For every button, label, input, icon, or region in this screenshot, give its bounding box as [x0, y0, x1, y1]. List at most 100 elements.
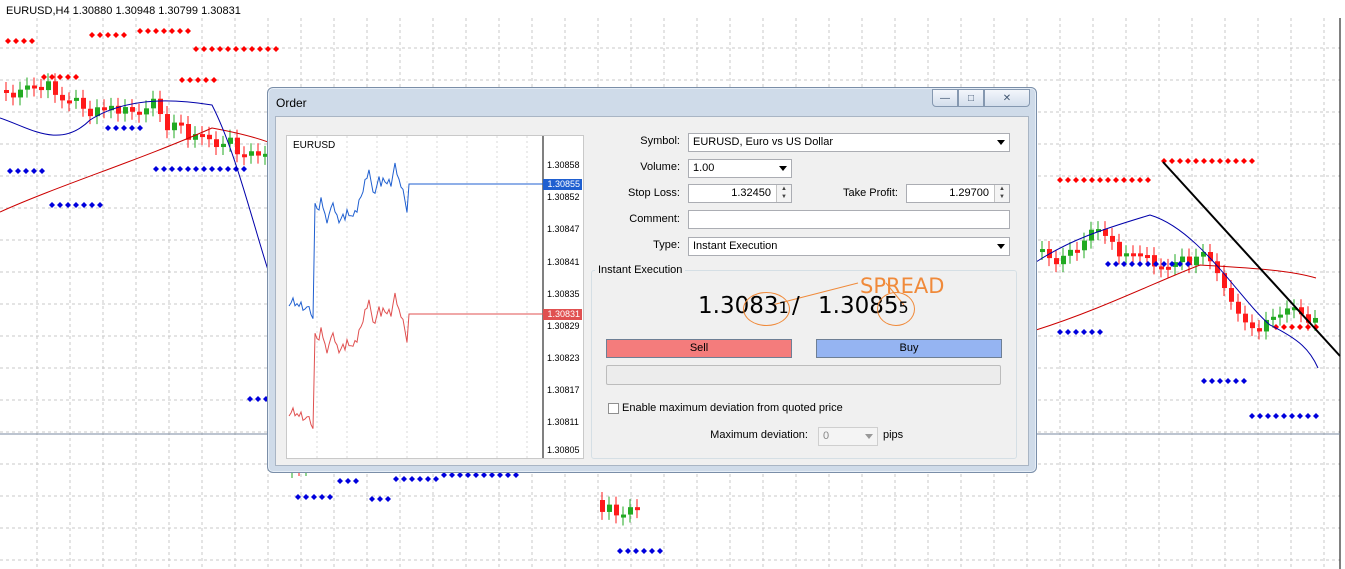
fractal-marker — [7, 168, 13, 174]
candle-body — [242, 154, 247, 158]
fractal-marker — [57, 74, 63, 80]
price-label: 1.30817 — [547, 385, 580, 395]
fractal-marker — [377, 496, 383, 502]
fractal-marker — [241, 46, 247, 52]
spin-up-icon[interactable]: ▲ — [995, 185, 1009, 193]
minimize-button[interactable]: — — [932, 89, 958, 107]
fractal-marker — [617, 548, 623, 554]
max-deviation-select[interactable]: 0 — [818, 427, 878, 446]
fractal-marker — [23, 168, 29, 174]
fractal-marker — [1217, 158, 1223, 164]
fractal-marker — [169, 28, 175, 34]
bid-price-tag: 1.30831 — [543, 309, 582, 320]
candle-body — [1229, 288, 1234, 302]
fractal-marker — [401, 476, 407, 482]
fractal-marker — [257, 46, 263, 52]
fractal-marker — [265, 46, 271, 52]
fractal-marker — [1177, 158, 1183, 164]
fractal-marker — [345, 478, 351, 484]
price-label: 1.30858 — [547, 160, 580, 170]
fractal-marker — [247, 396, 253, 402]
fractal-marker — [31, 168, 37, 174]
candle-body — [151, 98, 156, 109]
fractal-marker — [1137, 177, 1143, 183]
fractal-marker — [1057, 177, 1063, 183]
stop-loss-input[interactable]: 1.32450 ▲ ▼ — [688, 184, 792, 203]
fractal-marker — [1073, 329, 1079, 335]
chevron-down-icon — [997, 244, 1005, 249]
take-profit-label: Take Profit: — [842, 187, 898, 199]
candle-body — [1040, 249, 1045, 253]
candle-body — [1313, 317, 1318, 323]
price-label: 1.30835 — [547, 289, 580, 299]
candle-body — [144, 108, 149, 115]
moving-average-fast — [0, 100, 269, 271]
buy-button[interactable]: Buy — [816, 339, 1002, 358]
fractal-marker — [1081, 329, 1087, 335]
candle-body — [179, 122, 184, 126]
candle-body — [1110, 235, 1115, 242]
fractal-marker — [393, 476, 399, 482]
close-button[interactable]: ✕ — [984, 89, 1030, 107]
fractal-marker — [1217, 378, 1223, 384]
fractal-marker — [185, 28, 191, 34]
maximize-button[interactable]: □ — [958, 89, 984, 107]
candle-body — [25, 85, 30, 90]
take-profit-input[interactable]: 1.29700 ▲ ▼ — [906, 184, 1010, 203]
fractal-marker — [327, 494, 333, 500]
take-profit-spinner[interactable]: ▲ ▼ — [994, 185, 1009, 202]
fractal-marker — [1081, 177, 1087, 183]
candle-body — [1159, 266, 1164, 270]
fractal-marker — [121, 125, 127, 131]
fractal-marker — [1089, 177, 1095, 183]
fractal-marker — [209, 166, 215, 172]
fractal-marker — [1257, 413, 1263, 419]
fractal-marker — [105, 125, 111, 131]
stop-loss-spinner[interactable]: ▲ ▼ — [776, 185, 791, 202]
candle-body — [256, 151, 261, 156]
volume-select[interactable]: 1.00 — [688, 159, 792, 178]
fractal-marker — [1129, 261, 1135, 267]
instant-execution-title: Instant Execution — [595, 264, 686, 276]
fractal-marker — [233, 46, 239, 52]
fractal-marker — [1129, 177, 1135, 183]
fractal-marker — [113, 125, 119, 131]
stop-loss-value: 1.32450 — [731, 187, 771, 199]
order-type-select[interactable]: Instant Execution — [688, 237, 1010, 256]
fractal-marker — [217, 166, 223, 172]
price-label: 1.30852 — [547, 192, 580, 202]
fractal-marker — [179, 77, 185, 83]
candle-body — [18, 89, 23, 98]
comment-input[interactable] — [688, 210, 1010, 229]
fractal-marker — [49, 202, 55, 208]
fractal-marker — [1249, 158, 1255, 164]
symbol-select[interactable]: EURUSD, Euro vs US Dollar — [688, 133, 1010, 152]
fractal-marker — [185, 166, 191, 172]
candle-body — [1194, 256, 1199, 266]
spin-down-icon[interactable]: ▼ — [777, 193, 791, 201]
candle-body — [1117, 241, 1122, 257]
fractal-marker — [241, 166, 247, 172]
type-label: Type: — [653, 239, 680, 251]
sell-button[interactable]: Sell — [606, 339, 792, 358]
fractal-marker — [353, 478, 359, 484]
fractal-marker — [1233, 378, 1239, 384]
candle-body — [1271, 316, 1276, 320]
fractal-marker — [657, 548, 663, 554]
fractal-marker — [1233, 158, 1239, 164]
deviation-checkbox[interactable] — [608, 403, 619, 414]
candle-body — [1180, 256, 1185, 263]
fractal-marker — [311, 494, 317, 500]
fractal-marker — [1201, 158, 1207, 164]
ask-tick-line — [288, 162, 543, 319]
spin-down-icon[interactable]: ▼ — [995, 193, 1009, 201]
spin-up-icon[interactable]: ▲ — [777, 185, 791, 193]
fractal-marker — [417, 476, 423, 482]
fractal-marker — [1145, 261, 1151, 267]
candle-body — [4, 90, 9, 93]
fractal-marker — [649, 548, 655, 554]
candle-body — [1145, 255, 1150, 259]
candle-body — [74, 97, 79, 101]
candle-body — [1054, 258, 1059, 265]
fractal-marker — [1225, 158, 1231, 164]
